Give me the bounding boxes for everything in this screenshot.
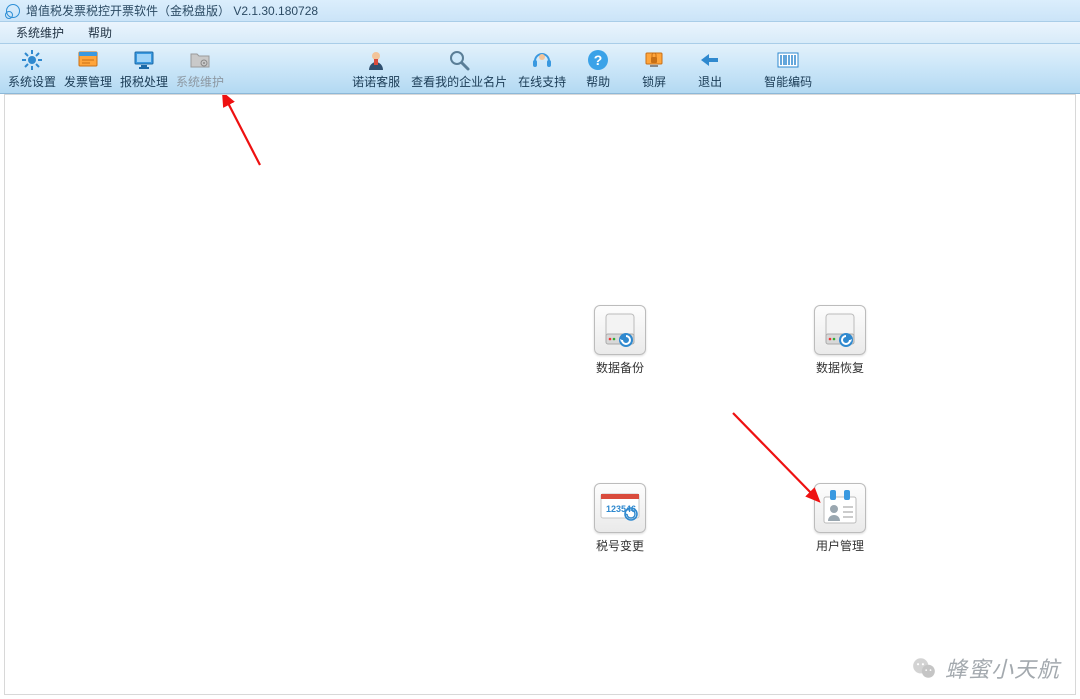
tool-label: 退出: [698, 73, 722, 90]
tool-invoice-management[interactable]: 发票管理: [60, 46, 116, 92]
svg-text:123546: 123546: [606, 504, 636, 514]
app-icon: [6, 4, 20, 18]
tool-help[interactable]: ? 帮助: [570, 46, 626, 92]
person-icon: [364, 48, 388, 72]
content-area: 数据备份 数据恢复 123546 税号变更 用户管理: [4, 94, 1076, 695]
help-icon: ?: [586, 48, 610, 72]
barcode-icon: [776, 48, 800, 72]
tool-lock-screen[interactable]: 锁屏: [626, 46, 682, 92]
watermark: 蜂蜜小天航: [911, 652, 1060, 684]
tool-label: 查看我的企业名片: [411, 73, 507, 90]
tool-tax-processing[interactable]: 报税处理: [116, 46, 172, 92]
tool-exit[interactable]: 退出: [682, 46, 738, 92]
tool-label: 发票管理: [64, 73, 112, 90]
annotation-arrow-toolbar: [215, 95, 275, 175]
toolbar: 系统设置 发票管理 报税处理 系统维护 诺诺客服 查看我的企业名片: [0, 44, 1080, 94]
arrow-left-icon: [698, 48, 722, 72]
tool-system-maintenance[interactable]: 系统维护: [172, 46, 228, 92]
folder-gear-icon: [188, 48, 212, 72]
tool-label: 锁屏: [642, 73, 666, 90]
user-card-icon: [814, 483, 866, 533]
gear-icon: [20, 48, 44, 72]
watermark-text: 蜂蜜小天航: [945, 652, 1060, 684]
tool-smart-coding[interactable]: 智能编码: [760, 46, 816, 92]
lock-icon: [642, 48, 666, 72]
number-change-icon: 123546: [594, 483, 646, 533]
menu-system-maintenance[interactable]: 系统维护: [4, 21, 76, 44]
menu-bar: 系统维护 帮助: [0, 22, 1080, 44]
headset-icon: [530, 48, 554, 72]
svg-text:?: ?: [594, 52, 603, 68]
desktop-label: 数据恢复: [816, 359, 864, 376]
tool-system-settings[interactable]: 系统设置: [4, 46, 60, 92]
wechat-icon: [911, 655, 937, 681]
tool-label: 诺诺客服: [352, 73, 400, 90]
tool-label: 系统维护: [176, 73, 224, 90]
tool-label: 在线支持: [518, 73, 566, 90]
tool-online-support[interactable]: 在线支持: [514, 46, 570, 92]
tool-nuonuo-service[interactable]: 诺诺客服: [348, 46, 404, 92]
window-title: 增值税发票税控开票软件（金税盘版） V2.1.30.180728: [26, 2, 318, 19]
desktop-label: 税号变更: [596, 537, 644, 554]
invoice-icon: [76, 48, 100, 72]
tool-label: 系统设置: [8, 73, 56, 90]
monitor-icon: [132, 48, 156, 72]
desktop-tax-number-change[interactable]: 123546 税号变更: [585, 483, 655, 554]
desktop-label: 用户管理: [816, 537, 864, 554]
tool-label: 报税处理: [120, 73, 168, 90]
desktop-user-management[interactable]: 用户管理: [805, 483, 875, 554]
desktop-data-backup[interactable]: 数据备份: [585, 305, 655, 376]
tool-label: 帮助: [586, 73, 610, 90]
title-bar: 增值税发票税控开票软件（金税盘版） V2.1.30.180728: [0, 0, 1080, 22]
desktop-data-restore[interactable]: 数据恢复: [805, 305, 875, 376]
hdd-backup-icon: [594, 305, 646, 355]
hdd-restore-icon: [814, 305, 866, 355]
desktop-label: 数据备份: [596, 359, 644, 376]
menu-help[interactable]: 帮助: [76, 21, 124, 44]
tool-label: 智能编码: [764, 73, 812, 90]
magnifier-icon: [447, 48, 471, 72]
tool-view-business-card[interactable]: 查看我的企业名片: [404, 46, 514, 92]
